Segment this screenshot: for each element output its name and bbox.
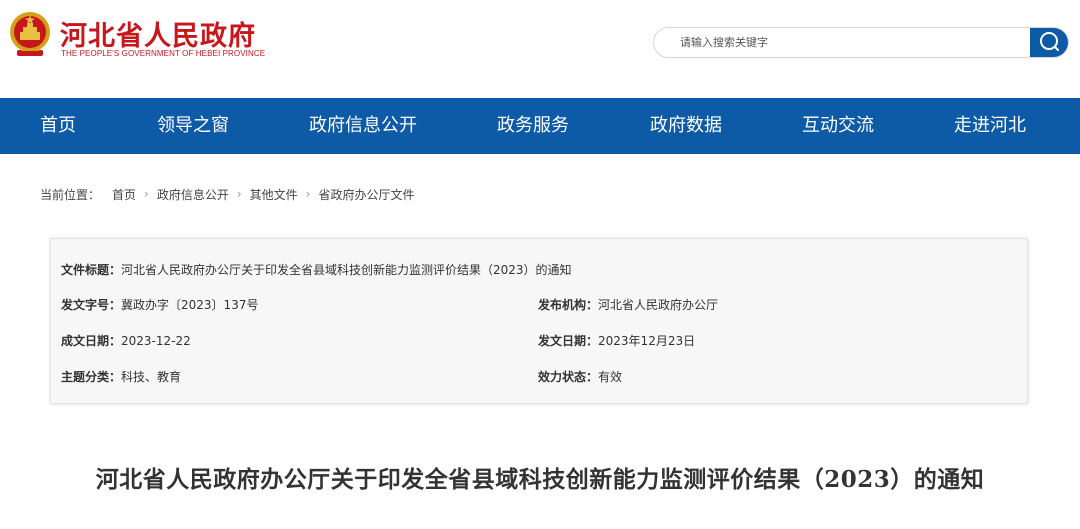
search-box bbox=[653, 27, 1069, 58]
document-info-panel: 文件标题：河北省人民政府办公厅关于印发全省县域科技创新能力监测评价结果（2023… bbox=[50, 238, 1028, 404]
info-published-label: 发文日期： bbox=[538, 334, 599, 348]
breadcrumb-separator: › bbox=[305, 187, 311, 201]
breadcrumb-separator: › bbox=[144, 187, 149, 201]
nav-item-about-hebei[interactable]: 走进河北 bbox=[954, 98, 1026, 154]
national-emblem-icon[interactable] bbox=[8, 10, 52, 58]
breadcrumb-office-files[interactable]: 省政府办公厅文件 bbox=[319, 186, 415, 203]
info-created-label: 成文日期： bbox=[61, 334, 122, 348]
search-button[interactable] bbox=[1030, 28, 1068, 57]
info-published-row: 发文日期：2023年12月23日 bbox=[538, 332, 695, 349]
breadcrumb-other-files[interactable]: 其他文件 bbox=[250, 186, 298, 203]
main-nav: 首页 领导之窗 政府信息公开 政务服务 政府数据 互动交流 走进河北 bbox=[0, 98, 1080, 154]
site-header: 河北省人民政府 THE PEOPLE'S GOVERNMENT OF HEBEI… bbox=[0, 0, 1080, 98]
breadcrumb-prefix: 当前位置： bbox=[40, 187, 101, 202]
nav-item-leaders[interactable]: 领导之窗 bbox=[157, 98, 229, 154]
breadcrumb-home[interactable]: 首页 bbox=[112, 186, 136, 203]
info-status-label: 效力状态： bbox=[538, 370, 599, 384]
info-title-row: 文件标题：河北省人民政府办公厅关于印发全省县域科技创新能力监测评价结果（2023… bbox=[61, 261, 572, 278]
nav-item-home[interactable]: 首页 bbox=[40, 98, 76, 154]
info-created-row: 成文日期：2023-12-22 bbox=[61, 332, 191, 349]
info-category-row: 主题分类：科技、教育 bbox=[61, 368, 181, 385]
info-number-row: 发文字号：冀政办字〔2023〕137号 bbox=[61, 296, 258, 313]
info-created-value: 2023-12-22 bbox=[121, 334, 191, 348]
info-number-value: 冀政办字〔2023〕137号 bbox=[121, 298, 259, 312]
nav-item-data[interactable]: 政府数据 bbox=[650, 98, 722, 154]
info-category-label: 主题分类： bbox=[61, 370, 122, 384]
info-title-label: 文件标题： bbox=[61, 263, 122, 277]
breadcrumb-info-disclosure[interactable]: 政府信息公开 bbox=[157, 186, 229, 203]
info-issuer-row: 发布机构：河北省人民政府办公厅 bbox=[538, 296, 718, 313]
breadcrumb-separator: › bbox=[236, 187, 242, 201]
info-issuer-value: 河北省人民政府办公厅 bbox=[598, 298, 719, 312]
info-category-value: 科技、教育 bbox=[121, 370, 182, 384]
nav-item-interaction[interactable]: 互动交流 bbox=[802, 98, 874, 154]
info-status-value: 有效 bbox=[598, 370, 623, 384]
document-title: 河北省人民政府办公厅关于印发全省县域科技创新能力监测评价结果（2023）的通知 bbox=[95, 466, 985, 493]
nav-item-info-disclosure[interactable]: 政府信息公开 bbox=[309, 98, 417, 154]
site-subtitle: THE PEOPLE'S GOVERNMENT OF HEBEI PROVINC… bbox=[61, 49, 266, 58]
search-input[interactable] bbox=[654, 28, 1032, 57]
info-status-row: 效力状态：有效 bbox=[538, 368, 622, 385]
info-title-value: 河北省人民政府办公厅关于印发全省县域科技创新能力监测评价结果（2023）的通知 bbox=[121, 263, 572, 277]
search-icon bbox=[1038, 30, 1060, 55]
info-published-value: 2023年12月23日 bbox=[598, 334, 696, 348]
site-title[interactable]: 河北省人民政府 bbox=[60, 14, 256, 53]
nav-item-services[interactable]: 政务服务 bbox=[497, 98, 569, 154]
info-number-label: 发文字号： bbox=[61, 298, 122, 312]
breadcrumb: 当前位置： 首页 › 政府信息公开 › 其他文件 › 省政府办公厅文件 bbox=[40, 186, 415, 202]
info-issuer-label: 发布机构： bbox=[538, 298, 599, 312]
